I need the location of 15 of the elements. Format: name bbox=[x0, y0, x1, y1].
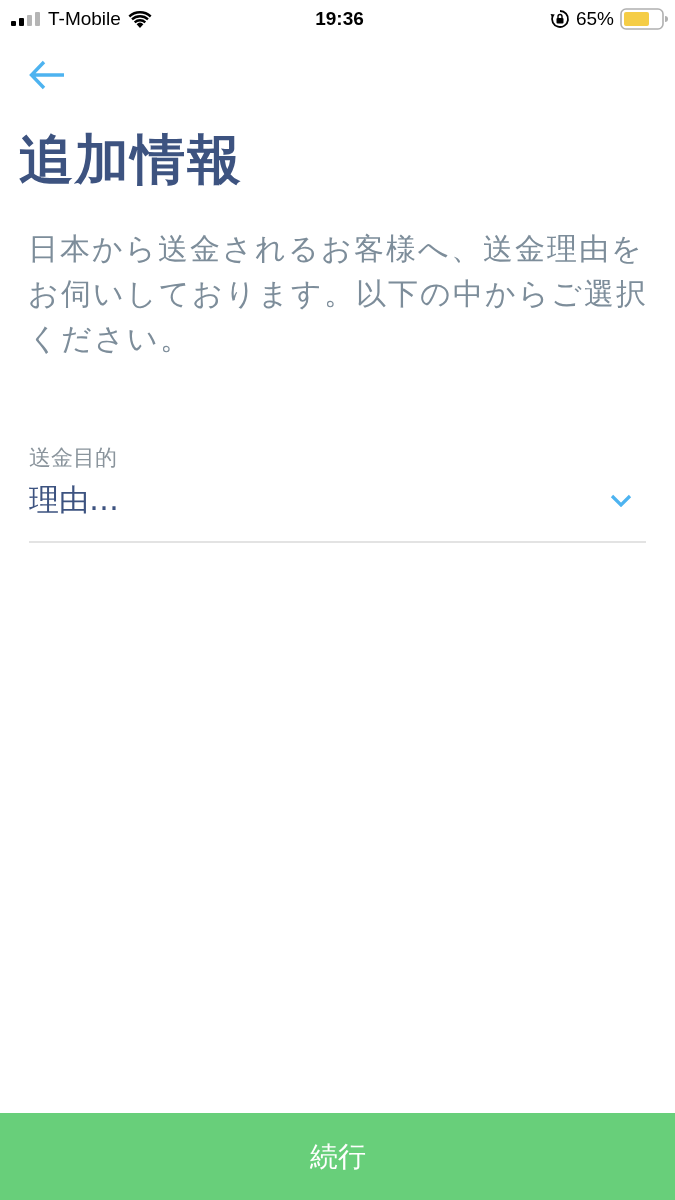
chevron-down-icon bbox=[610, 493, 632, 507]
field-label: 送金目的 bbox=[29, 444, 117, 472]
back-button[interactable] bbox=[29, 60, 66, 90]
carrier-name: T-Mobile bbox=[48, 8, 121, 30]
wifi-icon bbox=[127, 10, 152, 28]
back-arrow-icon bbox=[29, 60, 66, 90]
description-text: 日本から送金されるお客様へ、送金理由をお伺いしております。以下の中からご選択ください。 bbox=[28, 230, 649, 358]
clock-time: 19:36 bbox=[315, 8, 364, 30]
orientation-lock-icon bbox=[549, 9, 570, 29]
battery-percent: 65% bbox=[575, 8, 614, 30]
purpose-dropdown[interactable]: 送金目的 理由… bbox=[29, 444, 646, 543]
signal-bars-icon bbox=[11, 12, 41, 26]
page-title: 追加情報 bbox=[19, 128, 243, 192]
dropdown-value: 理由… bbox=[29, 481, 119, 519]
battery-icon bbox=[620, 8, 668, 30]
